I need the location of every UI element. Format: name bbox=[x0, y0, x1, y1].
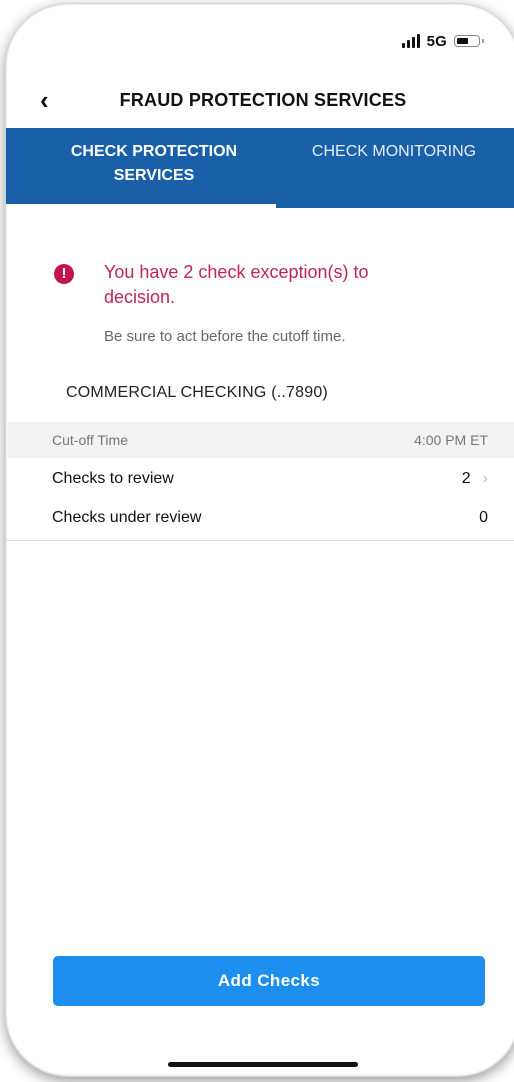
tab-check-monitoring[interactable]: CHECK MONITORING bbox=[294, 140, 494, 164]
account-name: COMMERCIAL CHECKING (..7890) bbox=[66, 384, 328, 401]
alert-subtitle: Be sure to act before the cutoff time. bbox=[104, 328, 346, 345]
cutoff-label: Cut-off Time bbox=[52, 432, 128, 448]
nav-bar: ‹ FRAUD PROTECTION SERVICES bbox=[6, 84, 514, 120]
cutoff-time-row: Cut-off Time 4:00 PM ET bbox=[6, 422, 514, 458]
checks-under-review-row: Checks under review 0 bbox=[6, 500, 514, 536]
home-indicator[interactable] bbox=[168, 1062, 358, 1067]
checks-to-review-count: 2 bbox=[461, 470, 471, 487]
tab-label: CHECK PROTECTION SERVICES bbox=[70, 143, 238, 184]
chevron-right-icon: › bbox=[482, 470, 488, 487]
active-tab-indicator bbox=[6, 204, 276, 208]
signal-bars-icon bbox=[401, 34, 420, 48]
exclamation-icon: ! bbox=[54, 264, 74, 284]
checks-under-review-count: 0 bbox=[479, 509, 488, 526]
status-bar: 5G bbox=[401, 30, 484, 52]
tab-label: CHECK MONITORING bbox=[311, 143, 477, 160]
network-label: 5G bbox=[426, 32, 447, 50]
phone-frame: 5G ‹ FRAUD PROTECTION SERVICES CHECK PRO… bbox=[6, 4, 514, 1076]
cutoff-value: 4:00 PM ET bbox=[414, 432, 488, 448]
page-title: FRAUD PROTECTION SERVICES bbox=[119, 90, 407, 110]
divider bbox=[6, 540, 514, 541]
tab-check-protection-services[interactable]: CHECK PROTECTION SERVICES bbox=[34, 140, 274, 188]
alert-title: You have 2 check exception(s) to decisio… bbox=[104, 262, 369, 307]
checks-to-review-label: Checks to review bbox=[52, 470, 174, 487]
checks-under-review-label: Checks under review bbox=[52, 509, 202, 526]
tab-bar: CHECK PROTECTION SERVICES CHECK MONITORI… bbox=[6, 128, 514, 208]
add-checks-button[interactable]: Add Checks bbox=[53, 956, 485, 1006]
battery-icon bbox=[454, 35, 484, 47]
checks-to-review-row[interactable]: Checks to review 2 › bbox=[6, 461, 514, 497]
